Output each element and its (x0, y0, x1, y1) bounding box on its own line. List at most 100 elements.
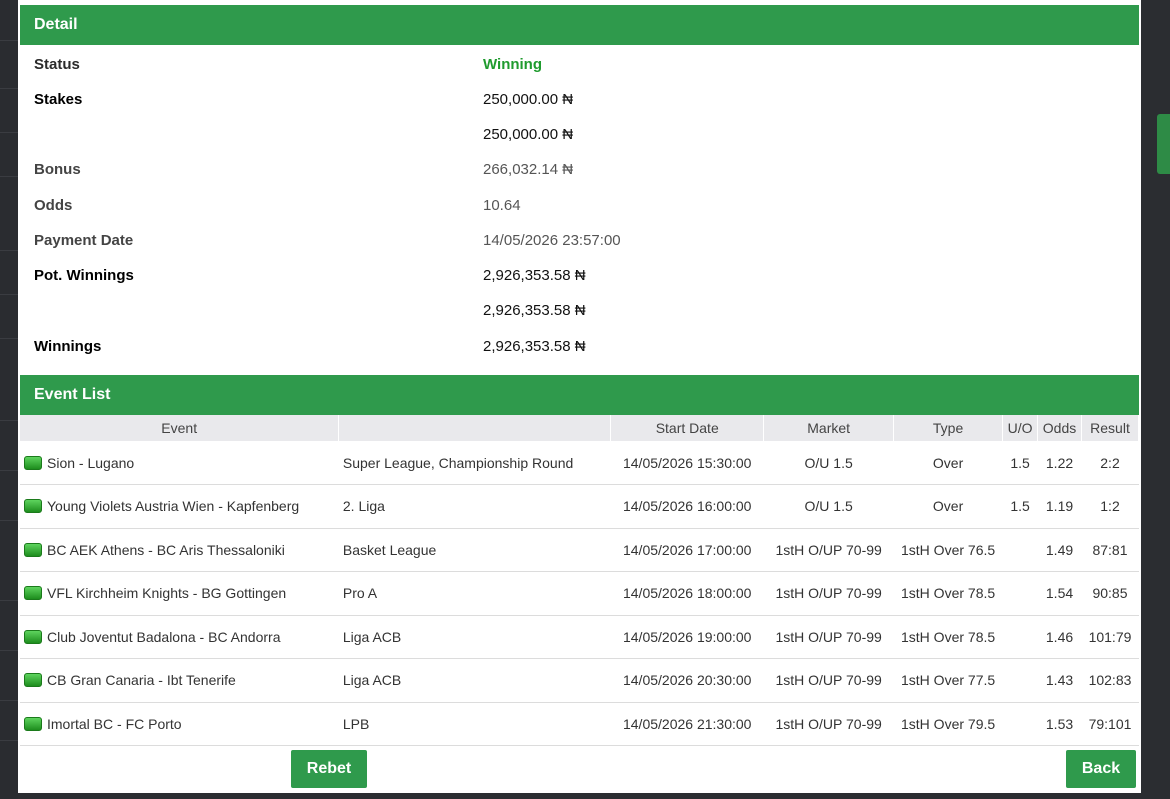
event-cell: Club Joventut Badalona - BC Andorra (20, 615, 339, 659)
start-date-cell: 14/05/2026 15:30:00 (622, 454, 752, 471)
stakes-value-2: 250,000.00 ₦ (483, 126, 574, 143)
status-flag-icon (24, 629, 42, 644)
type-cell: Over (932, 454, 964, 471)
col-uo: U/O (1002, 415, 1039, 441)
event-cell: CB Gran Canaria - Ibt Tenerife (20, 659, 339, 703)
col-odds: Odds (1037, 415, 1082, 441)
back-button[interactable]: Back (1066, 750, 1136, 788)
col-start-date: Start Date (610, 415, 765, 441)
league-cell: Liga ACB (342, 672, 402, 689)
result-cell: 79:101 (1088, 715, 1132, 732)
detail-row-pot-winnings-2: 2,926,353.58 ₦ (34, 301, 1134, 336)
background-page-right (1141, 0, 1170, 799)
detail-header: Detail (20, 5, 1139, 45)
pot-winnings-value: 2,926,353.58 ₦ (483, 267, 586, 284)
background-page-left (0, 0, 18, 799)
event-name: BC AEK Athens - BC Aris Thessaloniki (47, 541, 285, 558)
event-row[interactable]: Imortal BC - FC Porto LPB 14/05/2026 21:30… (20, 702, 1139, 746)
winnings-value: 2,926,353.58 ₦ (483, 338, 586, 355)
league-cell: 2. Liga (342, 498, 385, 515)
detail-row-payment-date: Payment Date 14/05/2026 23:57:00 (34, 231, 1134, 266)
league-cell: LPB (342, 715, 370, 732)
odds-cell: 1.54 (1045, 585, 1074, 602)
detail-label: Payment Date (34, 232, 134, 249)
event-row[interactable]: BC AEK Athens - BC Aris Thessaloniki Bask… (20, 528, 1139, 572)
type-cell: 1stH Over 78.5 (901, 585, 996, 602)
event-cell: BC AEK Athens - BC Aris Thessaloniki (20, 528, 339, 572)
status-flag-icon (24, 455, 42, 470)
event-row[interactable]: CB Gran Canaria - Ibt Tenerife Liga ACB 14… (20, 659, 1139, 703)
uo-cell (1003, 572, 1038, 616)
event-row[interactable]: Young Violets Austria Wien - Kapfenberg 2… (20, 485, 1139, 528)
event-name: Imortal BC - FC Porto (47, 715, 182, 732)
detail-label: Status (34, 56, 80, 73)
league-cell: Pro A (342, 585, 378, 602)
event-name: Club Joventut Badalona - BC Andorra (47, 628, 281, 645)
type-cell: 1stH Over 79.5 (901, 715, 996, 732)
type-cell: Over (932, 498, 964, 515)
market-cell: 1stH O/UP 70-99 (775, 541, 882, 558)
start-date-cell: 14/05/2026 17:00:00 (622, 541, 752, 558)
status-value: Winning (483, 56, 543, 73)
event-list-header: Event List (20, 375, 1139, 415)
detail-row-bonus: Bonus 266,032.14 ₦ (34, 160, 1134, 195)
odds-cell: 1.46 (1045, 628, 1074, 645)
detail-label: Pot. Winnings (34, 267, 134, 284)
col-result: Result (1081, 415, 1139, 441)
status-flag-icon (24, 716, 42, 731)
start-date-cell: 14/05/2026 16:00:00 (622, 498, 752, 515)
result-cell: 101:79 (1088, 628, 1132, 645)
side-tab[interactable] (1157, 114, 1170, 174)
event-cell: VFL Kirchheim Knights - BG Gottingen (20, 572, 339, 616)
start-date-cell: 14/05/2026 19:00:00 (622, 628, 752, 645)
odds-value: 10.64 (483, 197, 521, 214)
detail-label: Stakes (34, 91, 83, 108)
detail-row-stakes-2: 250,000.00 ₦ (34, 125, 1134, 160)
result-cell: 87:81 (1092, 541, 1128, 558)
bet-detail-modal: Detail Status Winning Stakes 250,000.00 … (18, 0, 1141, 793)
market-cell: 1stH O/UP 70-99 (775, 628, 882, 645)
event-table-header: Event Start Date Market Type U/O Odds Re… (20, 415, 1139, 441)
status-flag-icon (24, 542, 42, 557)
market-cell: 1stH O/UP 70-99 (775, 715, 882, 732)
odds-cell: 1.43 (1045, 672, 1074, 689)
col-type: Type (893, 415, 1004, 441)
pot-winnings-value-2: 2,926,353.58 ₦ (483, 302, 586, 319)
type-cell: 1stH Over 78.5 (901, 628, 996, 645)
result-cell: 1:2 (1100, 498, 1120, 515)
market-cell: O/U 1.5 (804, 498, 853, 515)
uo-cell (1003, 702, 1038, 746)
detail-row-odds: Odds 10.64 (34, 196, 1134, 231)
event-row[interactable]: Sion - Lugano Super League, Championship … (20, 441, 1139, 485)
uo-cell: 1.5 (1010, 454, 1030, 471)
event-cell: Imortal BC - FC Porto (20, 702, 339, 746)
odds-cell: 1.49 (1045, 541, 1074, 558)
event-row[interactable]: VFL Kirchheim Knights - BG Gottingen Pro … (20, 572, 1139, 616)
status-flag-icon (24, 673, 42, 688)
status-flag-icon (24, 499, 42, 514)
event-name: CB Gran Canaria - Ibt Tenerife (47, 672, 236, 689)
event-table: Event Start Date Market Type U/O Odds Re… (20, 415, 1139, 746)
league-cell: Basket League (342, 541, 437, 558)
uo-cell (1003, 528, 1038, 572)
col-league (338, 415, 612, 441)
rebet-button[interactable]: Rebet (291, 750, 367, 788)
uo-cell (1003, 615, 1038, 659)
league-cell: Liga ACB (342, 628, 402, 645)
start-date-cell: 14/05/2026 18:00:00 (622, 585, 752, 602)
payment-date-value: 14/05/2026 23:57:00 (483, 232, 621, 249)
start-date-cell: 14/05/2026 20:30:00 (622, 672, 752, 689)
detail-row-stakes: Stakes 250,000.00 ₦ (34, 90, 1134, 125)
event-cell: Sion - Lugano (20, 441, 339, 485)
stakes-value: 250,000.00 ₦ (483, 91, 574, 108)
detail-label: Winnings (34, 338, 102, 355)
event-row[interactable]: Club Joventut Badalona - BC Andorra Liga … (20, 615, 1139, 659)
market-cell: 1stH O/UP 70-99 (775, 672, 882, 689)
odds-cell: 1.22 (1045, 454, 1074, 471)
market-cell: 1stH O/UP 70-99 (775, 585, 882, 602)
start-date-cell: 14/05/2026 21:30:00 (622, 715, 752, 732)
col-market: Market (763, 415, 895, 441)
detail-row-winnings: Winnings 2,926,353.58 ₦ (34, 337, 1134, 372)
type-cell: 1stH Over 77.5 (901, 672, 996, 689)
status-flag-icon (24, 586, 42, 601)
